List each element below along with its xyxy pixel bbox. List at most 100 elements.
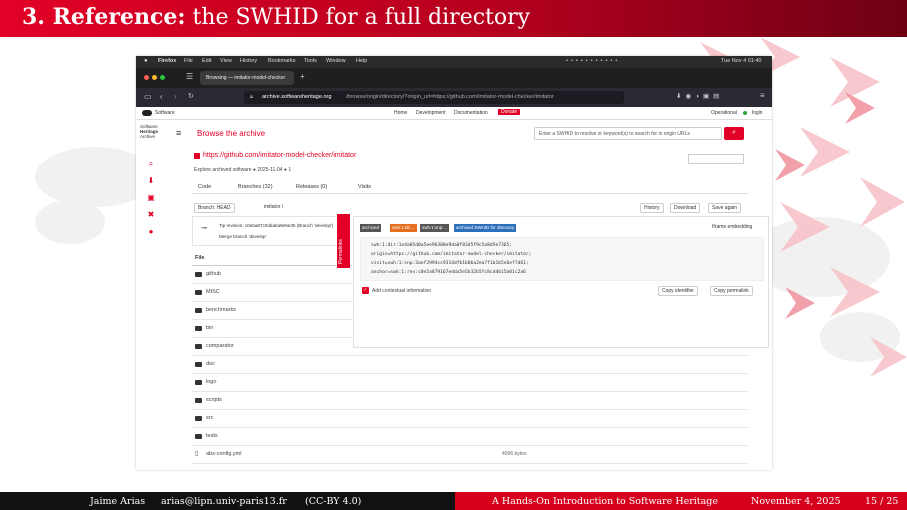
breadcrumb: imitator / (264, 204, 284, 210)
contextual-label: Add contextual information (372, 288, 432, 294)
search-icon[interactable]: ⌕ (147, 160, 155, 168)
branch-selector[interactable]: Branch: HEAD (194, 203, 235, 213)
bookmark-home[interactable]: Home (394, 110, 407, 116)
file-row[interactable]: ▯ abs-config.yml 4096 bytes (192, 446, 748, 464)
origin-url-link[interactable]: https://github.com/imitator-model-checke… (203, 152, 356, 159)
back-icon[interactable]: ‹ (160, 92, 163, 101)
search-button[interactable]: ⌕ (724, 127, 744, 140)
menu-item-help[interactable]: Help (356, 58, 367, 64)
slide-title-bar: 3. Reference: the SWHID for a full direc… (0, 0, 907, 37)
save-icon[interactable]: ▣ (147, 194, 155, 202)
copy-identifier-button[interactable]: Copy identifier (658, 286, 698, 296)
origin-icon (194, 153, 200, 159)
extension-icons[interactable]: ⬇◉◑▣▤ (676, 92, 723, 100)
file-name: MISC (206, 289, 220, 295)
download-button[interactable]: Download (670, 203, 701, 213)
browse-heading: Browse the archive (197, 129, 266, 138)
footer-talk-title: A Hands-On Introduction to Software Heri… (492, 496, 718, 507)
folder-icon (195, 380, 202, 385)
menu-item-view[interactable]: View (220, 58, 232, 64)
swhid-panel: archived swh:1:dir:... swh:1:snp:... arc… (353, 216, 769, 348)
hamburger-icon[interactable]: ≡ (176, 128, 181, 138)
file-row[interactable]: doc (192, 356, 748, 374)
download-icon[interactable]: ⬇ (147, 177, 155, 185)
visit-info: Explore archived software ● 2025-11-04 ●… (194, 167, 292, 173)
active-tab[interactable]: Browsing — imitator-model-checker (200, 71, 294, 85)
folder-icon (195, 326, 202, 331)
help-icon[interactable]: ● (147, 228, 155, 236)
bookmark-development[interactable]: Development (416, 110, 445, 116)
swhid-line: swh:1:dir:1e4a85d0a5ee96300e9da0f83d5f9c… (371, 243, 513, 248)
lock-icon: 🔒︎ (250, 94, 253, 100)
tip-revision-label[interactable]: Tip revision: c0e5a87c0ddaba9e5e35 (Bran… (219, 223, 333, 228)
menu-item-file[interactable]: File (184, 58, 193, 64)
file-row[interactable]: tests (192, 428, 748, 446)
file-row[interactable]: scripts (192, 392, 748, 410)
close-window-icon[interactable] (144, 75, 149, 80)
tab-list-icon[interactable]: ☰ (186, 72, 193, 81)
footer-author: Jaime Arias (90, 496, 146, 507)
menu-item-tools[interactable]: Tools (304, 58, 317, 64)
tab-title: Browsing — imitator-model-checker (206, 75, 286, 81)
badge-snp: swh:1:snp:... (420, 224, 450, 232)
file-row[interactable]: logo (192, 374, 748, 392)
slide-title-rest: the SWHID for a full directory (185, 5, 531, 30)
bookmark-documentation[interactable]: Documentation (454, 110, 488, 116)
file-name: comparator (206, 343, 234, 349)
tab-visits[interactable]: Visits (358, 184, 371, 190)
minimize-window-icon[interactable] (152, 75, 157, 80)
menu-icon[interactable]: ≡ (760, 91, 765, 100)
menu-item-history[interactable]: History (240, 58, 257, 64)
tools-icon[interactable]: ✖ (147, 211, 155, 219)
swhid-code-box[interactable]: swh:1:dir:1e4a85d0a5ee96300e9da0f83d5f9c… (360, 237, 764, 281)
menu-item-firefox[interactable]: Firefox (158, 58, 176, 64)
tab-releases[interactable]: Releases (0) (296, 184, 327, 190)
search-placeholder: Enter a SWHID to resolve or keyword(s) t… (539, 131, 690, 137)
toggle-icon[interactable] (142, 110, 152, 116)
swhid-line: origin=https://github.com/imitator-model… (371, 252, 532, 257)
swh-logo[interactable]: Software Heritage Archive (140, 124, 158, 139)
slide-title-bold: 3. Reference: (22, 4, 186, 30)
all-files-search[interactable] (688, 154, 744, 164)
folder-icon (195, 272, 202, 277)
slide: 3. Reference: the SWHID for a full direc… (0, 0, 907, 510)
tab-branches[interactable]: Branches (32) (238, 184, 273, 190)
reload-icon[interactable]: ↻ (188, 92, 194, 100)
folder-icon (195, 434, 202, 439)
copy-permalink-button[interactable]: Copy permalink (710, 286, 753, 296)
url-input[interactable]: 🔒︎ archive.softwareheritage.org /browse/… (244, 91, 624, 104)
folder-icon (195, 416, 202, 421)
footer-page: 15 / 25 (865, 496, 899, 507)
apple-icon[interactable]: ● (144, 58, 148, 64)
zoom-window-icon[interactable] (160, 75, 165, 80)
menu-item-window[interactable]: Window (326, 58, 346, 64)
status-icons: ▪▪▪▪▪▪▪▪▪▪▪ (566, 58, 621, 64)
badge-swhid: archived SWHID for directory (454, 224, 517, 232)
slide-title: 3. Reference: the SWHID for a full direc… (22, 4, 530, 30)
clock: Tue Nov 4 01:40 (721, 58, 762, 64)
file-icon: ▯ (195, 451, 199, 457)
file-row[interactable]: src (192, 410, 748, 428)
new-tab-icon[interactable]: + (300, 72, 305, 81)
bookmark-bar: Software Home Development Documentation … (136, 107, 772, 120)
iframe-embedding[interactable]: Iframe embedding (712, 224, 752, 230)
menu-item-edit[interactable]: Edit (202, 58, 211, 64)
tip-revision-message: Merge branch 'develop' (219, 234, 267, 239)
menu-item-bookmarks[interactable]: Bookmarks (268, 58, 296, 64)
file-name: logo (206, 379, 217, 385)
permalinks-tab[interactable]: Permalinks (337, 214, 350, 268)
login-link[interactable]: login (752, 110, 763, 116)
bookmark-software[interactable]: Software (155, 110, 175, 116)
bookmark-donate[interactable]: Donate (498, 109, 521, 115)
file-name: doc (206, 361, 215, 367)
search-input[interactable]: Enter a SWHID to resolve or keyword(s) t… (534, 127, 722, 140)
forward-icon[interactable]: › (174, 92, 177, 101)
history-button[interactable]: History (640, 203, 664, 213)
contextual-checkbox[interactable]: ✓ (362, 287, 369, 294)
sidebar-toggle-icon[interactable]: ▭ (144, 92, 152, 101)
save-again-button[interactable]: Save again (708, 203, 742, 213)
tab-code[interactable]: Code (198, 184, 211, 190)
file-size: 4096 bytes (502, 451, 527, 457)
mac-menu-bar: ● Firefox File Edit View History Bookmar… (136, 56, 772, 68)
permalinks-tab-label: Permalinks (338, 239, 344, 264)
